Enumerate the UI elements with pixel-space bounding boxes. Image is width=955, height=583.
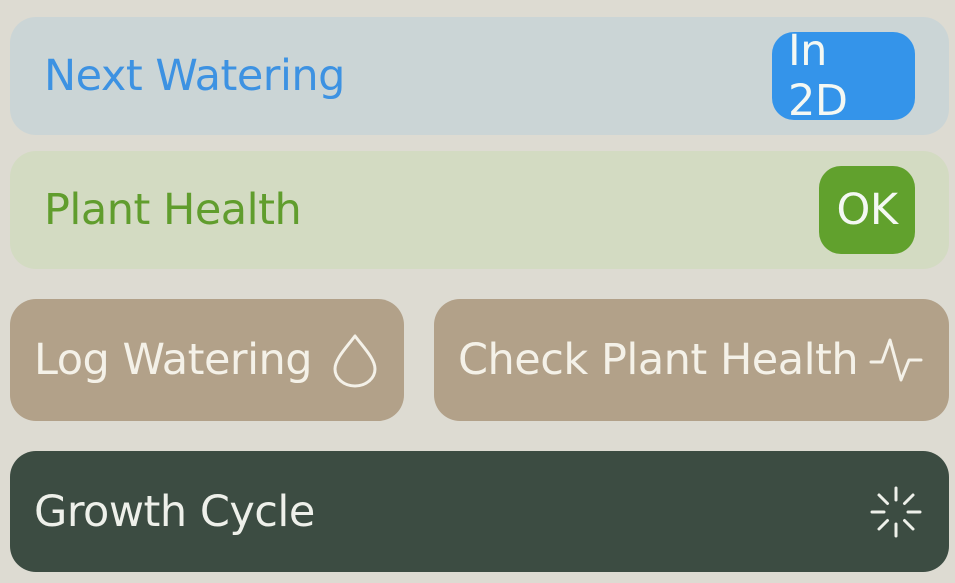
next-watering-badge: In 2D [772,26,915,126]
plant-health-badge: OK [819,166,915,254]
check-plant-health-button[interactable]: Check Plant Health [434,299,949,421]
pulse-icon [869,334,923,386]
water-drop-icon [332,332,378,388]
plant-health-label: Plant Health [44,185,302,235]
loading-spinner-icon [869,485,923,539]
plant-health-card: Plant Health OK [10,151,949,269]
growth-cycle-label: Growth Cycle [34,486,315,537]
next-watering-card: Next Watering In 2D [10,17,949,135]
log-watering-label: Log Watering [34,335,313,385]
log-watering-button[interactable]: Log Watering [10,299,404,421]
check-plant-health-label: Check Plant Health [458,335,859,385]
next-watering-label: Next Watering [44,51,345,101]
growth-cycle-button[interactable]: Growth Cycle [10,451,949,572]
